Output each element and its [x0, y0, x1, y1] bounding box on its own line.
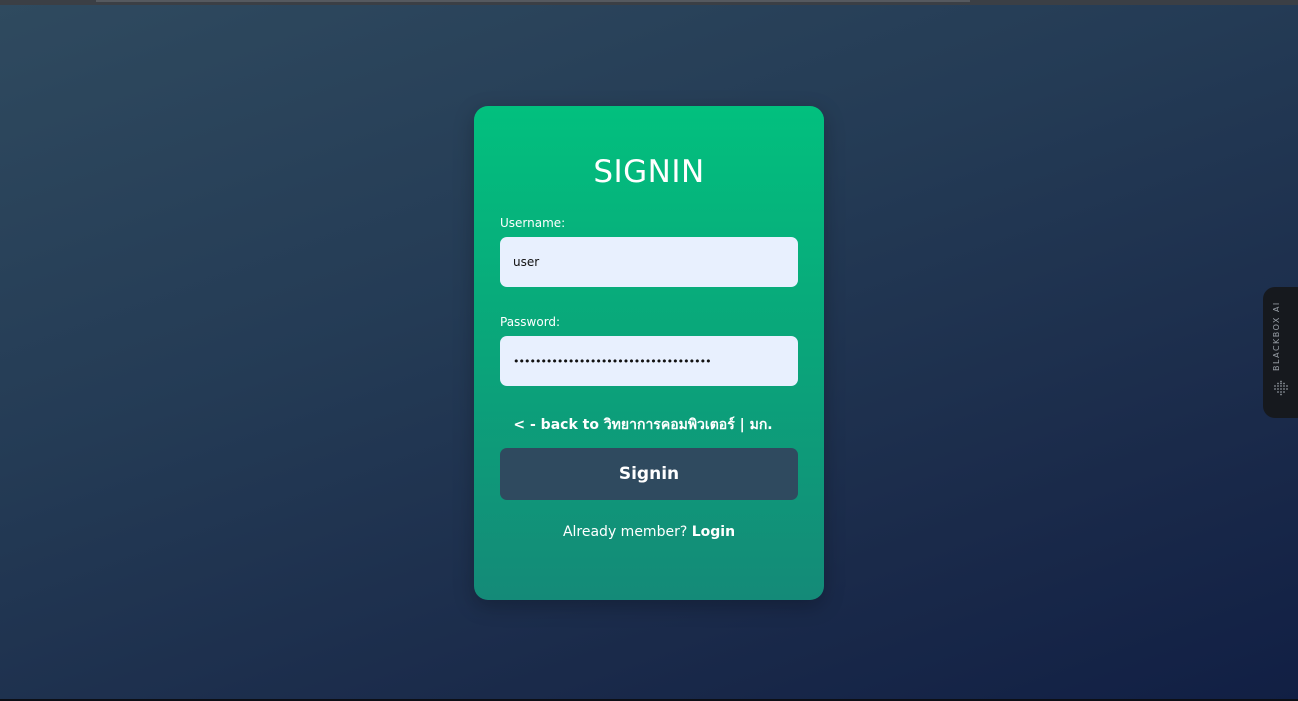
password-label: Password: [500, 315, 561, 329]
top-bar-highlight [96, 0, 970, 2]
login-link[interactable]: Login [692, 524, 735, 540]
back-link[interactable]: < - back to วิทยาการคอมพิวเตอร์ | มก. [474, 414, 812, 436]
signin-card: SIGNIN Username: Password: < - back to ว… [474, 106, 824, 600]
browser-top-bar [0, 0, 1298, 5]
already-member-text: Already member? [562, 524, 688, 540]
password-input[interactable] [500, 336, 798, 386]
signin-button[interactable]: Signin [500, 448, 798, 500]
username-input[interactable] [500, 237, 798, 287]
page-title: SIGNIN [593, 154, 705, 190]
blackbox-logo-icon [1274, 380, 1288, 396]
blackbox-ai-tab[interactable]: BLACKBOX AI [1263, 287, 1298, 418]
already-member-row: Already member? Login [474, 524, 824, 540]
username-label: Username: [500, 216, 566, 230]
blackbox-ai-label: BLACKBOX AI [1272, 301, 1281, 372]
